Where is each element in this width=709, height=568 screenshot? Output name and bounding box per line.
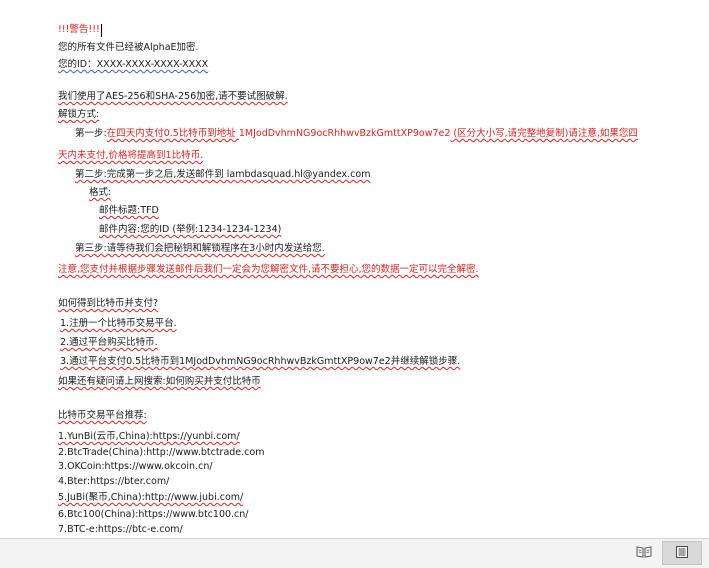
mail-subject-line: 邮件标题:TFD bbox=[99, 205, 159, 216]
intro-line-2: 您的ID：XXXX-XXXX-XXXX-XXXX bbox=[58, 59, 209, 70]
step1-text-b: (区分大小写,请完整地复制) bbox=[450, 128, 569, 139]
step1-line-1: 第一步:在四天内支付0.5比特币到地址 1MJodDvhmNG9ocRhhwvB… bbox=[75, 128, 638, 140]
step3-line: 第三步:请等待我们会把秘钥和解锁程序在3小时内发送给您. bbox=[75, 243, 325, 254]
note-line: 注意,您支付并根据步骤发送邮件后我们一定会为您解密文件,请不要担心,您的数据一定… bbox=[58, 264, 479, 275]
platform-item-3: 3.OKCoin:https://www.okcoin.cn/ bbox=[58, 461, 213, 472]
page-layout-icon bbox=[675, 544, 689, 563]
mail-body-line: 邮件内容:您的ID (举例:1234-1234-1234) bbox=[99, 224, 282, 235]
platform-item-5-text: 5.JuBi(聚币,China):http://www.jubi.com/ bbox=[58, 492, 244, 503]
text-cursor bbox=[101, 24, 102, 37]
platforms-heading: 比特币交易平台推荐: bbox=[58, 410, 147, 421]
step1-line-2: 天内未支付,价格将提高到1比特币. bbox=[58, 150, 204, 161]
book-icon bbox=[636, 544, 652, 563]
platform-item-5: 5.JuBi(聚币,China):http://www.jubi.com/ bbox=[58, 492, 243, 504]
platform-item-1: 1.YunBi(云币,China):https://yunbi.com/ bbox=[58, 431, 240, 443]
howto-item-2: 2.通过平台购买比特币. bbox=[60, 337, 158, 348]
warning-title: !!!警告!!! bbox=[58, 24, 100, 35]
platform-item-2: 2.BtcTrade(China):http://www.btctrade.co… bbox=[58, 447, 265, 458]
bitcoin-address: 1MJodDvhmNG9ocRhhwvBzkGmttXP9ow7e2 bbox=[238, 128, 451, 139]
step1-text-c: 请注意,如果您四 bbox=[568, 128, 638, 139]
read-mode-button[interactable] bbox=[624, 541, 664, 565]
intro-line-1: 您的所有文件已经被AlphaE加密. bbox=[58, 42, 199, 53]
step1-text-a: 在四天内支付0.5比特币到地址 bbox=[106, 128, 239, 139]
unlock-heading: 解锁方式: bbox=[58, 109, 100, 120]
document-page[interactable]: !!!警告!!! 您的所有文件已经被AlphaE加密. 您的ID：XXXX-XX… bbox=[0, 0, 709, 538]
platform-item-6: 6.Btc100(China):https://www.btc100.cn/ bbox=[58, 509, 249, 520]
step1-prefix: 第一步: bbox=[75, 128, 107, 139]
platform-item-1-text: 1.YunBi(云币,China):https://yunbi.com/ bbox=[58, 431, 240, 442]
encryption-line: 我们使用了AES-256和SHA-256加密,请不要试图破解. bbox=[58, 91, 288, 102]
search-tip-line: 如果还有疑问请上网搜索:如何购买并支付比特币 bbox=[58, 376, 261, 387]
platform-item-7: 7.BTC-e:https://btc-e.com/ bbox=[58, 524, 183, 535]
howto-item-3: 3.通过平台支付0.5比特币到1MJodDvhmNG9ocRhhwvBzkGmt… bbox=[60, 356, 461, 367]
status-bar bbox=[0, 538, 709, 568]
print-layout-button[interactable] bbox=[662, 541, 702, 565]
howto-heading: 如何得到比特币并支付? bbox=[58, 298, 159, 309]
format-label: 格式: bbox=[89, 187, 112, 198]
platform-item-4: 4.Bter:https://bter.com/ bbox=[58, 476, 170, 487]
step2-line: 第二步:完成第一步之后,发送邮件到 lambdasquad.hl@yandex.… bbox=[75, 169, 371, 180]
howto-item-1: 1.注册一个比特币交易平台. bbox=[60, 318, 177, 329]
